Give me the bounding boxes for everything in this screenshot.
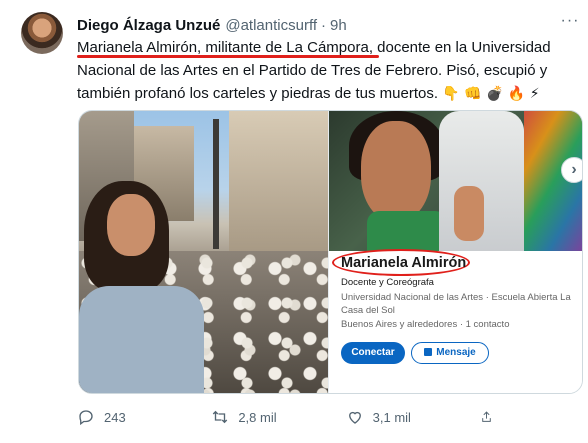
media-grid[interactable]: › Marianela Almirón Docente y Coreógrafa… (78, 110, 583, 394)
face (107, 194, 155, 256)
profile-location: Buenos Aires y alrededores · 1 contacto (341, 319, 510, 330)
face (361, 121, 432, 221)
tweet[interactable]: Diego Álzaga Unzué @atlanticsurff · 9h ·… (0, 0, 588, 443)
avatar[interactable] (21, 12, 63, 54)
retweet-count: 2,8 mil (238, 409, 277, 425)
woman-figure (79, 176, 209, 393)
reply-button[interactable]: 243 (77, 408, 177, 426)
retweet-icon (213, 410, 228, 424)
share-icon (482, 411, 491, 422)
like-count: 3,1 mil (372, 409, 411, 425)
like-icon (348, 411, 361, 424)
linkedin-profile-screenshot[interactable]: › Marianela Almirón Docente y Coreógrafa… (328, 111, 582, 393)
green-scarf (367, 211, 448, 251)
user-handle[interactable]: @atlanticsurff (225, 17, 317, 34)
message-button[interactable]: Mensaje (411, 342, 490, 364)
street-lamp (213, 119, 219, 249)
profile-headline: Docente y Coreógrafa (341, 277, 434, 288)
separator: · (321, 16, 327, 34)
tweet-header: Diego Álzaga Unzué @atlanticsurff · 9h (77, 14, 347, 36)
peace-sign-hand (454, 186, 485, 241)
message-label: Mensaje (436, 347, 476, 358)
monument (229, 111, 329, 251)
more-icon[interactable]: ··· (558, 13, 582, 34)
emoji-sequence: 👇 👊 💣 🔥 ⚡ (442, 86, 540, 102)
connect-button[interactable]: Conectar (341, 342, 406, 364)
tweet-text: Marianela Almirón, militante de La Cámpo… (77, 36, 572, 106)
like-button[interactable]: 3,1 mil (346, 408, 446, 426)
red-underline-annotation (77, 55, 379, 58)
protest-photo[interactable] (79, 111, 329, 393)
highlighted-text: Marianela Almirón, militante de La Cámpo… (77, 39, 369, 56)
profile-education: Universidad Nacional de las Artes · Escu… (341, 292, 571, 316)
share-button[interactable] (480, 408, 502, 426)
reply-icon (79, 410, 93, 426)
retweet-button[interactable]: 2,8 mil (211, 408, 311, 426)
profile-photo (329, 111, 582, 251)
next-arrow-icon[interactable]: › (561, 157, 582, 183)
action-bar: 243 2,8 mil 3,1 mil (77, 404, 502, 430)
coat (79, 286, 204, 393)
reply-count: 243 (104, 409, 126, 425)
profile-name: Marianela Almirón (341, 255, 467, 271)
timestamp[interactable]: 9h (330, 17, 347, 34)
lock-icon (424, 348, 433, 356)
display-name[interactable]: Diego Álzaga Unzué (77, 17, 220, 34)
